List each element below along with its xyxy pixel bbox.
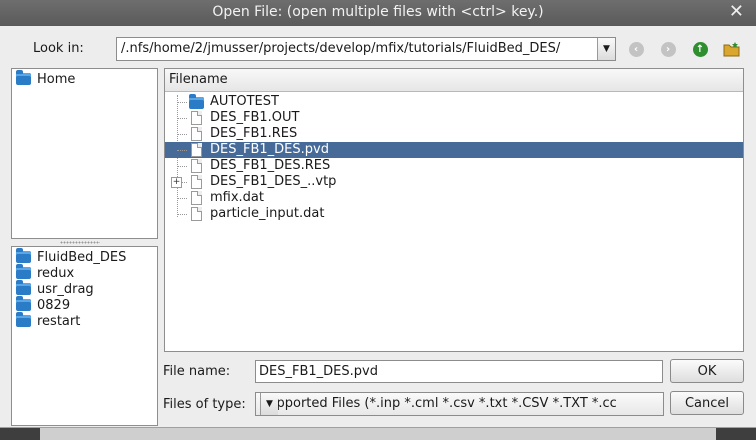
title-bar: Open File: (open multiple files with <ct… [0, 0, 756, 26]
file-type-value: Supported Files (*.inp *.cml *.csv *.txt… [260, 396, 617, 411]
folder-icon [16, 280, 31, 295]
bottom-bar [0, 427, 756, 440]
cancel-button[interactable]: Cancel [670, 391, 744, 415]
window-title: Open File: (open multiple files with <ct… [212, 4, 544, 20]
chevron-down-icon[interactable]: ▼ [597, 38, 615, 60]
file-row-selected[interactable]: DES_FB1_DES.pvd [165, 142, 743, 158]
recent-item-label: redux [37, 265, 75, 281]
file-type-select[interactable]: Supported Files (*.inp *.cml *.csv *.txt… [255, 392, 664, 416]
file-name: AUTOTEST [210, 94, 279, 109]
expand-icon[interactable]: + [171, 177, 182, 188]
sidebar-item-home[interactable]: Home [16, 70, 76, 87]
file-row[interactable]: + DES_FB1_DES_..vtp [165, 174, 743, 190]
file-row[interactable]: AUTOTEST [165, 94, 743, 110]
file-name: DES_FB1.RES [210, 126, 298, 141]
file-row[interactable]: DES_FB1.OUT [165, 110, 743, 126]
back-icon: ‹ [628, 41, 644, 57]
recent-item[interactable]: 0829 [16, 296, 71, 313]
folder-icon [16, 70, 31, 85]
file-list[interactable]: Filename AUTOTEST DES_FB1.OUT DES_FB1.RE… [164, 68, 744, 352]
recent-item[interactable]: restart [16, 312, 81, 329]
bottom-bar-right-handle [716, 428, 756, 440]
up-button[interactable]: ↑ [689, 38, 711, 60]
look-in-path: /.nfs/home/2/jmusser/projects/develop/mf… [121, 41, 561, 56]
recent-item-label: restart [37, 313, 81, 329]
bottom-bar-left-handle [0, 428, 40, 440]
file-name: DES_FB1_DES.RES [210, 158, 331, 173]
file-name-input[interactable]: DES_FB1_DES.pvd [255, 360, 663, 383]
file-name-label: File name: [163, 364, 231, 379]
splitter-handle[interactable] [60, 241, 100, 244]
places-panel: Home [11, 68, 158, 239]
look-in-combo[interactable]: /.nfs/home/2/jmusser/projects/develop/mf… [116, 37, 616, 61]
file-name-value: DES_FB1_DES.pvd [259, 364, 378, 379]
file-row[interactable]: particle_input.dat [165, 206, 743, 222]
recent-item-label: FluidBed_DES [37, 249, 127, 265]
folder-icon [16, 296, 31, 311]
look-in-label: Look in: [33, 41, 84, 56]
tree-branch [177, 134, 187, 135]
file-name: DES_FB1.OUT [210, 110, 300, 125]
up-icon: ↑ [692, 41, 708, 57]
recent-panel: FluidBed_DES redux usr_drag 0829 restart [11, 246, 158, 426]
recent-item[interactable]: usr_drag [16, 280, 94, 297]
ok-button[interactable]: OK [670, 359, 744, 383]
new-folder-icon [723, 42, 740, 57]
file-name: particle_input.dat [210, 206, 325, 221]
recent-item[interactable]: redux [16, 264, 75, 281]
file-icon [191, 207, 202, 221]
file-icon [191, 111, 202, 125]
back-button[interactable]: ‹ [625, 38, 647, 60]
sidebar-item-label: Home [37, 71, 76, 87]
file-row[interactable]: DES_FB1.RES [165, 126, 743, 142]
file-icon [191, 159, 202, 173]
column-header-filename[interactable]: Filename [165, 69, 743, 92]
file-name: DES_FB1_DES.pvd [210, 142, 329, 157]
forward-button[interactable]: › [657, 38, 679, 60]
tree-branch [177, 102, 187, 103]
forward-icon: › [660, 41, 676, 57]
recent-item-label: usr_drag [37, 281, 94, 297]
tree-branch [177, 150, 187, 151]
file-row[interactable]: DES_FB1_DES.RES [165, 158, 743, 174]
new-folder-button[interactable] [721, 38, 743, 60]
file-icon [191, 175, 202, 189]
file-name: mfix.dat [210, 190, 264, 205]
folder-icon [16, 312, 31, 327]
tree-branch [177, 118, 187, 119]
file-type-label: Files of type: [163, 397, 246, 412]
folder-icon [16, 264, 31, 279]
tree-branch [177, 166, 187, 167]
tree-branch [177, 198, 187, 199]
column-header-label: Filename [169, 72, 228, 87]
recent-item-label: 0829 [37, 297, 71, 313]
file-icon [191, 191, 202, 205]
folder-icon [16, 248, 31, 263]
file-icon [191, 143, 202, 157]
file-row[interactable]: mfix.dat [165, 190, 743, 206]
folder-icon [189, 94, 204, 109]
file-icon [191, 127, 202, 141]
file-name: DES_FB1_DES_..vtp [210, 174, 337, 189]
tree-branch [177, 214, 187, 215]
close-icon[interactable]: ✕ [729, 1, 744, 22]
recent-item[interactable]: FluidBed_DES [16, 248, 127, 265]
chevron-down-icon[interactable]: ▼ [260, 393, 278, 415]
